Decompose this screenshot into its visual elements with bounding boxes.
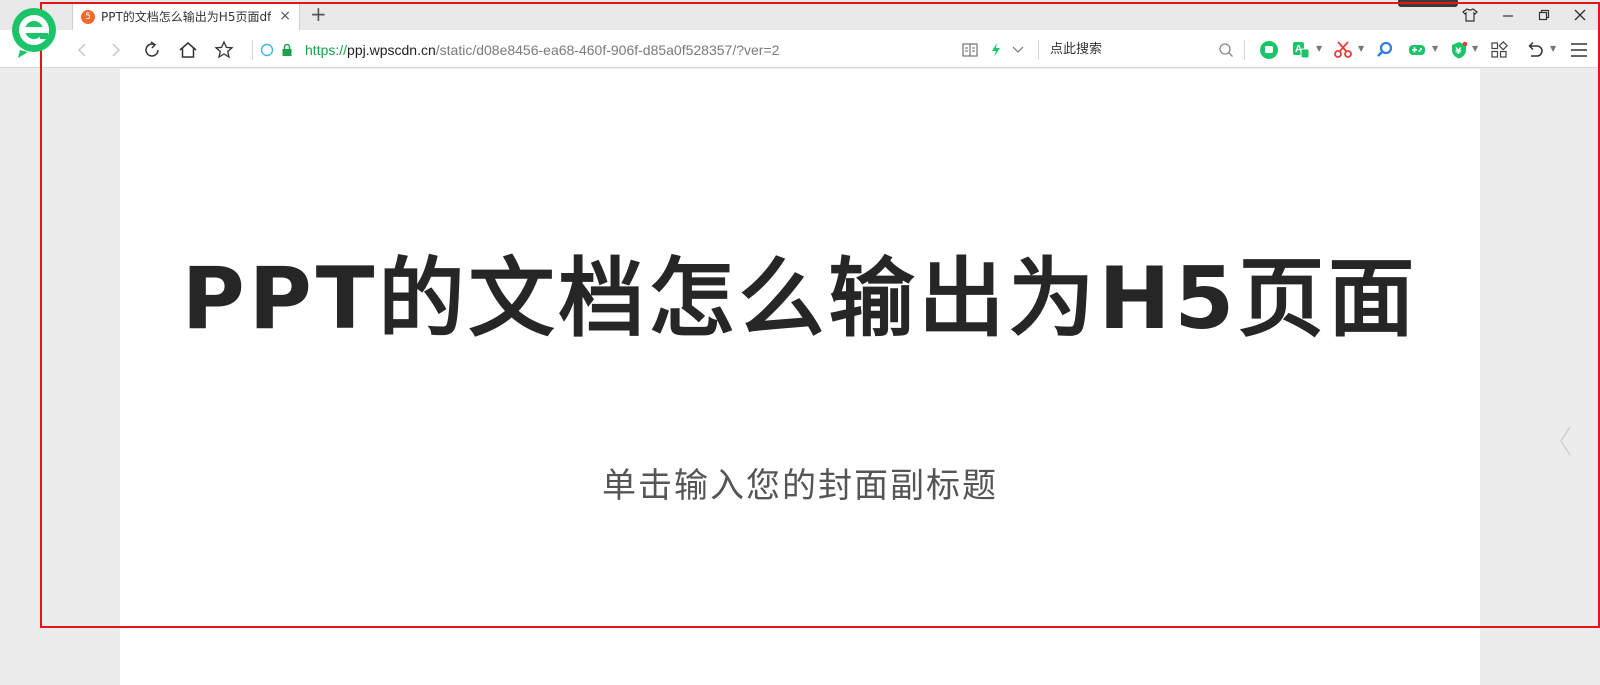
- minimize-icon: [1503, 15, 1513, 17]
- browser-logo-icon: [12, 8, 56, 58]
- browser-logo[interactable]: [10, 6, 58, 58]
- slide-prev-button[interactable]: [1556, 424, 1576, 458]
- restore-button[interactable]: [1532, 4, 1556, 26]
- forward-arrow-icon: [112, 43, 120, 57]
- magnifier-icon: [1377, 41, 1393, 57]
- tab-bar: 5 PPT的文档怎么输出为H5页面df × +: [0, 0, 1600, 30]
- presentation-slide[interactable]: PPT的文档怎么输出为H5页面 单击输入您的封面副标题: [120, 69, 1480, 685]
- slide-title[interactable]: PPT的文档怎么输出为H5页面: [120, 249, 1480, 349]
- slide-subtitle[interactable]: 单击输入您的封面副标题: [120, 466, 1480, 506]
- wechat-icon: [1260, 41, 1278, 59]
- url-scheme: https://: [305, 42, 348, 58]
- chevron-left-icon: [1560, 426, 1571, 456]
- divider: [1244, 40, 1245, 60]
- url-path: /static/d08e8456-ea68-460f-906f-d85a0f52…: [435, 42, 780, 58]
- close-icon: [1574, 9, 1586, 21]
- secure-lock[interactable]: [278, 38, 296, 62]
- main-menu-button[interactable]: [1568, 39, 1590, 61]
- translate-icon: A: [1293, 42, 1310, 59]
- search-input[interactable]: 点此搜索: [1050, 40, 1230, 60]
- forward-button[interactable]: [104, 38, 128, 62]
- reload-button[interactable]: [140, 38, 164, 62]
- speed-mode-button[interactable]: [984, 38, 1008, 62]
- screenshot-scissors-icon: [1334, 41, 1352, 58]
- reload-icon: [145, 41, 159, 57]
- svg-text:¥: ¥: [1455, 47, 1462, 57]
- translate-dropdown-caret[interactable]: ▼: [1316, 45, 1322, 53]
- lightning-icon: [992, 43, 1000, 57]
- divider: [252, 40, 253, 60]
- search-button[interactable]: [1214, 38, 1238, 62]
- screenshot-button[interactable]: [1332, 39, 1354, 61]
- translate-button[interactable]: A: [1290, 39, 1312, 61]
- restore-icon: [1538, 9, 1550, 21]
- page-viewport: PPT的文档怎么输出为H5页面 单击输入您的封面副标题: [0, 69, 1600, 685]
- divider: [1038, 40, 1039, 60]
- search-icon: [1219, 43, 1233, 57]
- undo-icon: [1528, 41, 1543, 57]
- back-button[interactable]: [70, 38, 94, 62]
- close-window-button[interactable]: [1568, 4, 1592, 26]
- apps-button[interactable]: [1488, 39, 1510, 61]
- top-status-strip: [1398, 0, 1458, 7]
- shield-outline-icon: [260, 43, 274, 57]
- skin-button[interactable]: [1458, 4, 1482, 26]
- chevron-down-icon: [1012, 46, 1024, 53]
- tab-close-icon[interactable]: ×: [279, 9, 291, 23]
- gamepad-icon: [1409, 45, 1425, 55]
- tab-title: PPT的文档怎么输出为H5页面df: [101, 10, 271, 24]
- navigation-toolbar: https://ppj.wpscdn.cn/static/d08e8456-ea…: [0, 30, 1600, 68]
- reader-mode-icon: [962, 43, 978, 57]
- screenshot-dropdown-caret[interactable]: ▼: [1358, 45, 1364, 53]
- game-dropdown-caret[interactable]: ▼: [1432, 45, 1438, 53]
- address-bar-url[interactable]: https://ppj.wpscdn.cn/static/d08e8456-ea…: [305, 40, 779, 60]
- new-tab-button[interactable]: +: [310, 4, 327, 24]
- payment-shield-button[interactable]: ¥: [1448, 39, 1470, 61]
- html5-favicon-icon: 5: [81, 9, 95, 24]
- back-arrow-icon: [78, 43, 86, 57]
- home-icon: [179, 42, 197, 58]
- game-button[interactable]: [1406, 39, 1428, 61]
- reader-mode-button[interactable]: [958, 38, 982, 62]
- url-host: ppj.wpscdn.cn: [347, 42, 436, 58]
- undo-button[interactable]: [1524, 39, 1546, 61]
- shield-dropdown-caret[interactable]: ▼: [1472, 45, 1478, 53]
- site-info-button[interactable]: [258, 38, 276, 62]
- find-button[interactable]: [1374, 39, 1396, 61]
- home-button[interactable]: [176, 38, 200, 62]
- favorite-button[interactable]: [212, 38, 236, 62]
- apps-grid-icon: [1491, 41, 1508, 58]
- minimize-button[interactable]: [1496, 4, 1520, 26]
- shield-icon: ¥: [1452, 41, 1468, 59]
- shirt-icon: [1462, 8, 1478, 22]
- mode-dropdown-button[interactable]: [1006, 38, 1030, 62]
- browser-tab[interactable]: 5 PPT的文档怎么输出为H5页面df ×: [72, 2, 300, 30]
- lock-icon: [282, 43, 292, 56]
- menu-icon: [1571, 43, 1587, 57]
- undo-dropdown-caret[interactable]: ▼: [1550, 45, 1556, 53]
- star-icon: [214, 40, 234, 59]
- wechat-button[interactable]: [1258, 39, 1280, 61]
